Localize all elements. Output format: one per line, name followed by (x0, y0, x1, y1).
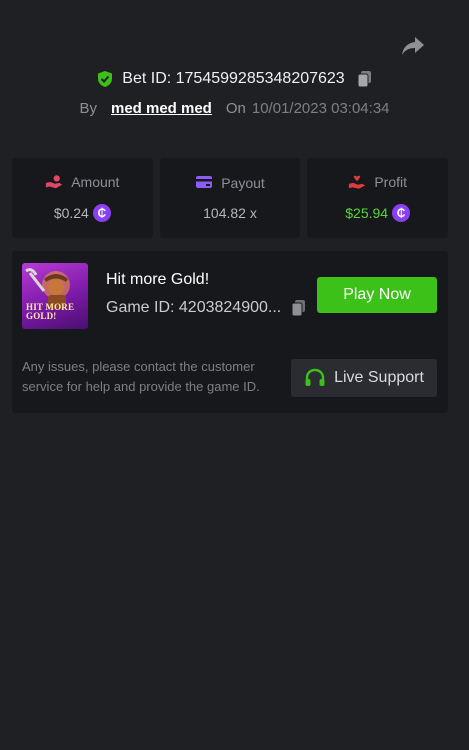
game-card: HIT MORE GOLD! Hit more Gold! Game ID: 4… (12, 251, 448, 413)
stat-profit: Profit $25.94 ₵ (307, 158, 449, 238)
card-icon (195, 175, 213, 191)
thumbnail-title: HIT MORE GOLD! (26, 302, 75, 321)
game-thumbnail[interactable]: HIT MORE GOLD! (22, 263, 88, 329)
stat-payout: Payout 104.82 x (159, 158, 301, 238)
support-notice: Any issues, please contact the customer … (22, 359, 260, 394)
on-label: On (225, 99, 246, 117)
play-now-button[interactable]: Play Now (317, 277, 437, 313)
coin-icon: ₵ (92, 204, 111, 222)
copy-icon[interactable] (291, 299, 307, 317)
share-button[interactable] (399, 34, 427, 58)
bet-timestamp: 10/01/2023 03:04:34 (251, 99, 390, 117)
share-arrow-icon (402, 37, 424, 55)
coin-icon: ₵ (392, 204, 411, 222)
game-id-row: Game ID: 4203824900... (106, 299, 307, 317)
stat-amount-value: $0.24 (53, 205, 89, 221)
bet-id: Bet ID: 1754599285348207623 (122, 70, 345, 87)
bet-detail-page: { "header": { "share_icon": "share-arrow… (0, 0, 469, 750)
game-id: Game ID: 4203824900... (106, 299, 282, 316)
live-support-label: Live Support (334, 369, 424, 386)
stat-amount-label: Amount (71, 174, 120, 190)
hand-heart-icon (348, 174, 366, 190)
hand-coins-icon (45, 174, 63, 190)
game-title: Hit more Gold! (106, 271, 210, 288)
stat-payout-value: 104.82 x (203, 205, 257, 221)
verified-shield-icon (96, 70, 114, 88)
copy-icon[interactable] (357, 70, 373, 88)
username-link[interactable]: med med med (111, 100, 212, 117)
bet-author-row: By med med med On 10/01/2023 03:04:34 (0, 96, 469, 120)
live-support-button[interactable]: Live Support (291, 359, 437, 397)
headset-icon (304, 368, 326, 388)
stat-payout-label: Payout (221, 175, 265, 191)
stat-profit-value: $25.94 (345, 205, 389, 221)
bet-id-row: Bet ID: 1754599285348207623 (0, 66, 469, 92)
stat-profit-label: Profit (374, 174, 408, 190)
bet-stats: Amount $0.24 ₵ Payout 104.82 x Profit $2… (12, 158, 449, 238)
by-label: By (79, 99, 97, 117)
stat-amount: Amount $0.24 ₵ (12, 158, 153, 238)
